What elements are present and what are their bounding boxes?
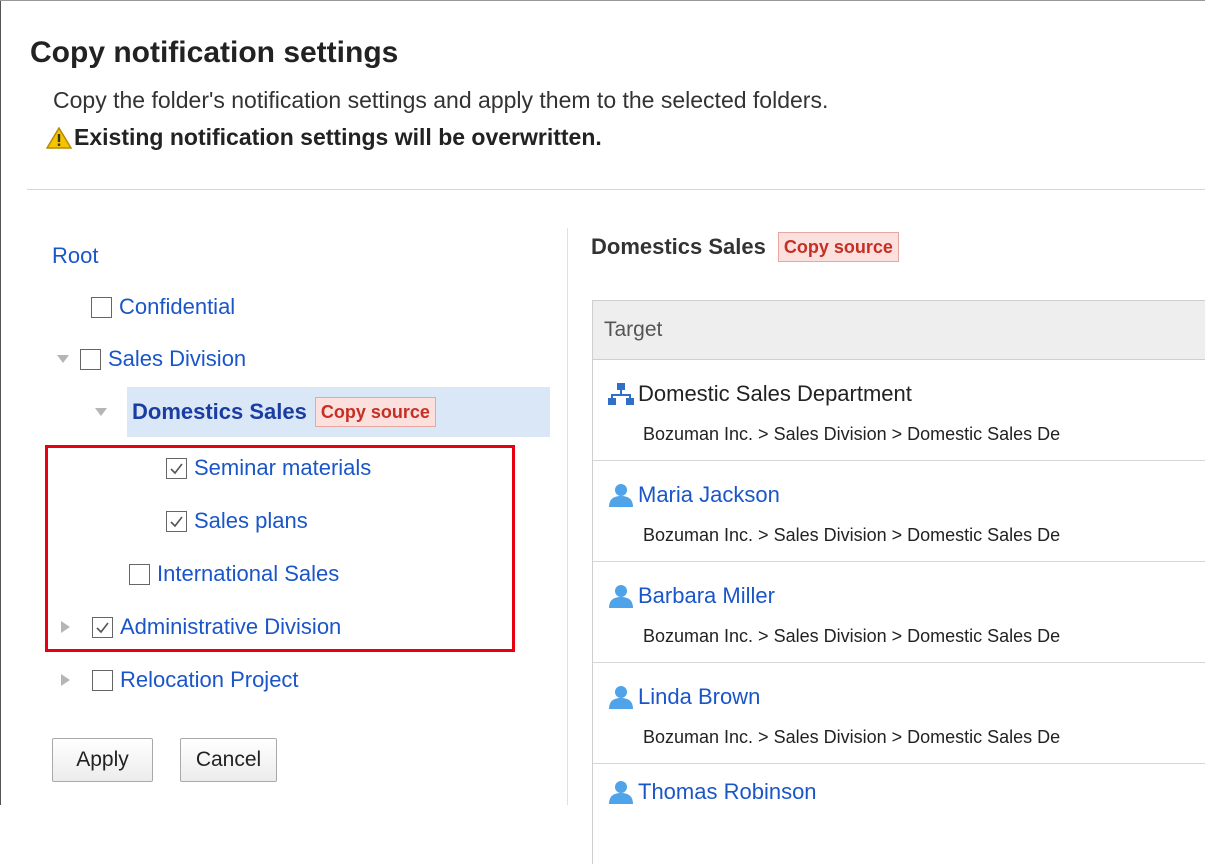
table-row: Thomas Robinson bbox=[593, 764, 1205, 864]
warning-icon bbox=[46, 126, 72, 149]
triangle-down-icon[interactable] bbox=[56, 352, 70, 366]
tree-link-confidential[interactable]: Confidential bbox=[119, 294, 235, 320]
annotation-highlight-box bbox=[45, 445, 515, 652]
copy-source-badge: Copy source bbox=[314, 397, 436, 427]
table-row: Barbara Miller Bozuman Inc. > Sales Divi… bbox=[593, 562, 1205, 663]
copy-source-badge: Copy source bbox=[777, 232, 899, 262]
target-path: Bozuman Inc. > Sales Division > Domestic… bbox=[643, 525, 1061, 545]
window-top-border bbox=[0, 0, 1205, 1]
target-name-link[interactable]: Maria Jackson bbox=[638, 482, 780, 508]
checkbox-sales-division[interactable] bbox=[80, 348, 101, 370]
detail-header: Domestics Sales Copy source bbox=[591, 232, 899, 262]
target-name: Domestic Sales Department bbox=[638, 381, 912, 406]
header-divider bbox=[27, 189, 1205, 190]
window-left-border bbox=[0, 0, 1, 805]
current-folder-label: Domestics Sales bbox=[132, 399, 307, 424]
triangle-down-icon[interactable] bbox=[94, 405, 108, 419]
page-title: Copy notification settings bbox=[30, 36, 399, 69]
tree-node-relocation-project: Relocation Project bbox=[59, 663, 299, 697]
organization-icon bbox=[608, 383, 634, 405]
cancel-button[interactable]: Cancel bbox=[180, 738, 277, 782]
target-path: Bozuman Inc. > Sales Division > Domestic… bbox=[643, 626, 1061, 646]
triangle-right-icon[interactable] bbox=[59, 673, 73, 687]
table-row: Maria Jackson Bozuman Inc. > Sales Divis… bbox=[593, 461, 1205, 562]
target-path: Bozuman Inc. > Sales Division > Domestic… bbox=[643, 727, 1061, 747]
checkbox-relocation-project[interactable] bbox=[92, 669, 113, 691]
target-name-link[interactable]: Thomas Robinson bbox=[638, 779, 817, 805]
panel-divider bbox=[567, 228, 568, 805]
user-icon bbox=[609, 484, 633, 507]
tree-link-relocation-project[interactable]: Relocation Project bbox=[120, 667, 299, 693]
tree-node-sales-division: Sales Division bbox=[56, 342, 246, 376]
tree-root-link[interactable]: Root bbox=[52, 243, 98, 269]
user-icon bbox=[609, 781, 633, 804]
target-table: Target Domestic Sales Department Bozuman… bbox=[592, 300, 1205, 864]
target-name-link[interactable]: Barbara Miller bbox=[638, 583, 775, 609]
user-icon bbox=[609, 686, 633, 709]
tree-node-domestics-sales: Domestics Sales Copy source bbox=[94, 395, 436, 429]
tree-link-sales-division[interactable]: Sales Division bbox=[108, 346, 246, 372]
warning-text: Existing notification settings will be o… bbox=[74, 124, 602, 150]
checkbox-confidential[interactable] bbox=[91, 296, 112, 318]
table-header-target: Target bbox=[593, 300, 1205, 360]
warning-message: Existing notification settings will be o… bbox=[46, 124, 602, 151]
user-icon bbox=[609, 585, 633, 608]
tree-node-confidential: Confidential bbox=[91, 290, 235, 324]
table-row: Linda Brown Bozuman Inc. > Sales Divisio… bbox=[593, 663, 1205, 764]
target-name-link[interactable]: Linda Brown bbox=[638, 684, 760, 710]
detail-folder-name: Domestics Sales bbox=[591, 234, 766, 259]
page-description: Copy the folder's notification settings … bbox=[53, 87, 829, 113]
table-row: Domestic Sales Department Bozuman Inc. >… bbox=[593, 360, 1205, 461]
apply-button[interactable]: Apply bbox=[52, 738, 153, 782]
target-path: Bozuman Inc. > Sales Division > Domestic… bbox=[643, 424, 1061, 444]
